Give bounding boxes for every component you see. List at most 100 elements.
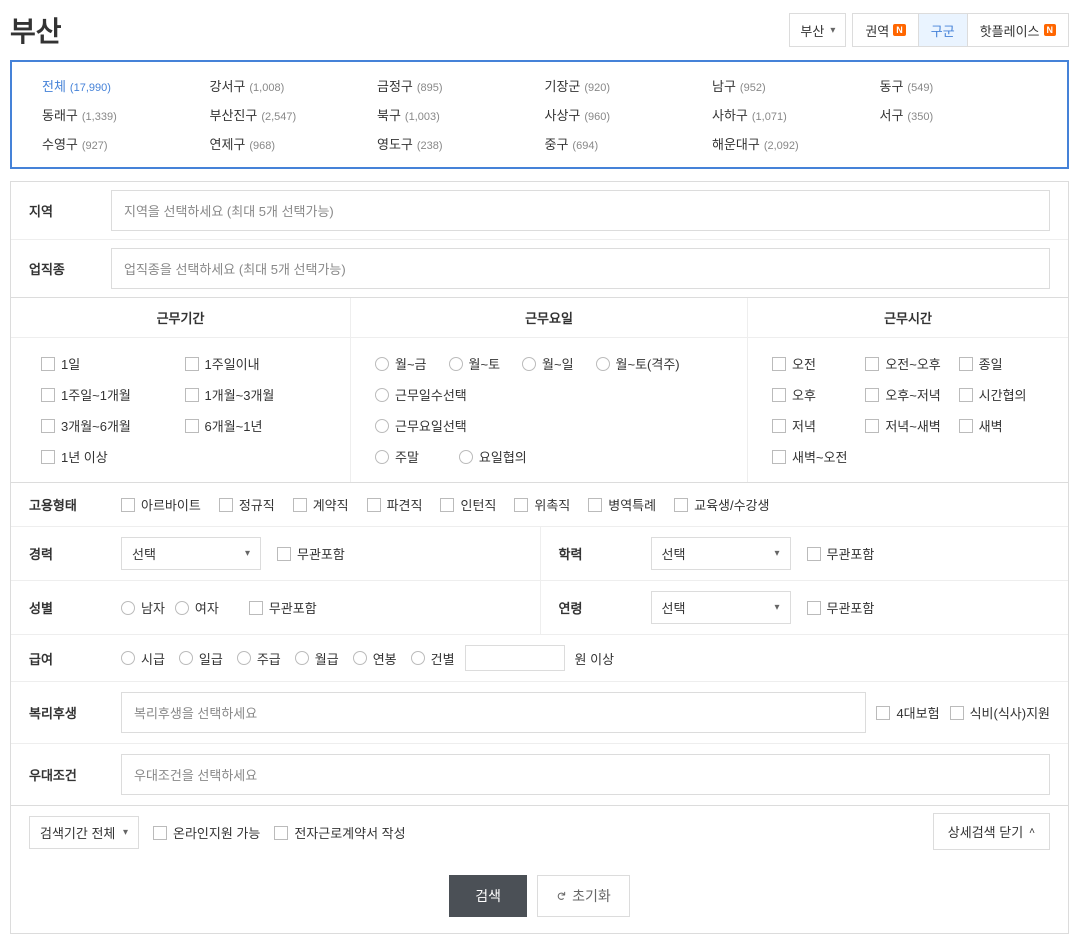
gender-male-label: 남자 xyxy=(141,598,165,617)
district-item[interactable]: 사하구 (1,071) xyxy=(712,105,870,124)
day-option[interactable]: 월~일 xyxy=(522,354,574,373)
wage-option[interactable]: 주급 xyxy=(237,649,281,668)
caret-down-icon: ▾ xyxy=(245,548,250,559)
employment-option[interactable]: 아르바이트 xyxy=(121,495,201,514)
employment-option[interactable]: 인턴직 xyxy=(440,495,496,514)
district-item[interactable]: 강서구 (1,008) xyxy=(210,76,368,95)
time-option[interactable]: 오후~저녁 xyxy=(865,385,950,404)
region-select-input[interactable]: 지역을 선택하세요 (최대 5개 선택가능) xyxy=(111,190,1050,231)
employment-option[interactable]: 계약직 xyxy=(293,495,349,514)
district-item[interactable]: 서구 (350) xyxy=(880,105,1038,124)
employment-option-label: 교육생/수강생 xyxy=(694,495,769,514)
day-option-label: 월~금 xyxy=(395,354,427,373)
employment-option[interactable]: 파견직 xyxy=(367,495,423,514)
district-item[interactable]: 해운대구 (2,092) xyxy=(712,134,870,153)
search-button[interactable]: 검색 xyxy=(449,875,527,917)
day-option[interactable]: 요일협의 xyxy=(459,447,527,466)
district-item[interactable]: 동래구 (1,339) xyxy=(42,105,200,124)
employment-option[interactable]: 위촉직 xyxy=(514,495,570,514)
period-option[interactable]: 1주일~1개월 xyxy=(41,385,177,404)
time-option[interactable]: 시간협의 xyxy=(959,385,1044,404)
career-include-any[interactable]: 무관포함 xyxy=(277,544,345,563)
period-option[interactable]: 1개월~3개월 xyxy=(185,385,321,404)
period-option[interactable]: 1년 이상 xyxy=(41,447,177,466)
wage-option-label: 주급 xyxy=(257,649,281,668)
wage-option[interactable]: 연봉 xyxy=(353,649,397,668)
priority-select-input[interactable]: 우대조건을 선택하세요 xyxy=(121,754,1050,795)
gender-female-radio[interactable]: 여자 xyxy=(175,598,219,617)
close-detail-button[interactable]: 상세검색 닫기 ˄ xyxy=(933,813,1050,850)
district-item[interactable]: 기장군 (920) xyxy=(545,76,703,95)
district-item[interactable]: 금정구 (895) xyxy=(377,76,535,95)
day-option[interactable]: 근무요일선택 xyxy=(375,416,723,435)
district-item[interactable]: 연제구 (968) xyxy=(210,134,368,153)
time-option[interactable]: 오후 xyxy=(772,385,857,404)
checkbox-icon xyxy=(41,419,55,433)
wage-option[interactable]: 시급 xyxy=(121,649,165,668)
radio-icon xyxy=(375,450,389,464)
age-select[interactable]: 선택 ▾ xyxy=(651,591,791,624)
district-item[interactable]: 남구 (952) xyxy=(712,76,870,95)
district-item[interactable]: 수영구 (927) xyxy=(42,134,200,153)
job-select-input[interactable]: 업직종을 선택하세요 (최대 5개 선택가능) xyxy=(111,248,1050,289)
district-item[interactable]: 사상구 (960) xyxy=(545,105,703,124)
district-item[interactable]: 전체 (17,990) xyxy=(42,76,200,95)
tab-hotplace[interactable]: 핫플레이스 N xyxy=(967,14,1068,46)
edu-include-any[interactable]: 무관포함 xyxy=(807,544,875,563)
checkbox-icon xyxy=(772,419,786,433)
wage-option-label: 월급 xyxy=(315,649,339,668)
wage-option-label: 일급 xyxy=(199,649,223,668)
time-option[interactable]: 종일 xyxy=(959,354,1044,373)
time-option[interactable]: 저녁~새벽 xyxy=(865,416,950,435)
time-option[interactable]: 오전 xyxy=(772,354,857,373)
close-detail-label: 상세검색 닫기 xyxy=(948,822,1023,841)
region-dropdown[interactable]: 부산 ▾ xyxy=(789,13,846,47)
tab-zone[interactable]: 권역 N xyxy=(853,14,917,46)
period-option[interactable]: 3개월~6개월 xyxy=(41,416,177,435)
tab-gugun[interactable]: 구군 xyxy=(918,14,967,46)
benefit-select-input[interactable]: 복리후생을 선택하세요 xyxy=(121,692,866,733)
district-count: (895) xyxy=(417,82,443,94)
search-period-select[interactable]: 검색기간 전체 ▾ xyxy=(29,816,139,849)
period-option[interactable]: 1일 xyxy=(41,354,177,373)
checkbox-icon xyxy=(865,388,879,402)
e-contract-chk[interactable]: 전자근로계약서 작성 xyxy=(274,823,405,842)
time-option[interactable]: 새벽~오전 xyxy=(772,447,857,466)
time-option[interactable]: 새벽 xyxy=(959,416,1044,435)
employment-option[interactable]: 정규직 xyxy=(219,495,275,514)
day-option[interactable]: 월~토 xyxy=(449,354,501,373)
time-option[interactable]: 오전~오후 xyxy=(865,354,950,373)
wage-option[interactable]: 건별 xyxy=(411,649,455,668)
benefit-meal-chk[interactable]: 식비(식사)지원 xyxy=(950,703,1050,722)
day-option[interactable]: 월~토(격주) xyxy=(596,354,680,373)
period-option-label: 1년 이상 xyxy=(61,447,108,466)
wage-option[interactable]: 일급 xyxy=(179,649,223,668)
period-option[interactable]: 1주일이내 xyxy=(185,354,321,373)
district-item[interactable]: 동구 (549) xyxy=(880,76,1038,95)
reset-button[interactable]: ↻ 초기화 xyxy=(537,875,630,917)
day-option[interactable]: 월~금 xyxy=(375,354,427,373)
district-item[interactable]: 영도구 (238) xyxy=(377,134,535,153)
district-count: (968) xyxy=(249,140,275,152)
day-option-label: 근무일수선택 xyxy=(395,385,467,404)
gender-include-any[interactable]: 무관포함 xyxy=(249,598,317,617)
age-include-any[interactable]: 무관포함 xyxy=(807,598,875,617)
gender-label: 성별 xyxy=(29,598,111,617)
gender-male-radio[interactable]: 남자 xyxy=(121,598,165,617)
wage-amount-input[interactable] xyxy=(465,645,565,671)
district-item[interactable]: 북구 (1,003) xyxy=(377,105,535,124)
day-option[interactable]: 주말 xyxy=(375,447,419,466)
district-item[interactable]: 부산진구 (2,547) xyxy=(210,105,368,124)
checkbox-icon xyxy=(950,706,964,720)
district-item[interactable]: 중구 (694) xyxy=(545,134,703,153)
employment-option[interactable]: 교육생/수강생 xyxy=(674,495,769,514)
wage-option[interactable]: 월급 xyxy=(295,649,339,668)
edu-select[interactable]: 선택 ▾ xyxy=(651,537,791,570)
online-apply-chk[interactable]: 온라인지원 가능 xyxy=(153,823,260,842)
career-select[interactable]: 선택 ▾ xyxy=(121,537,261,570)
period-option[interactable]: 6개월~1년 xyxy=(185,416,321,435)
day-option[interactable]: 근무일수선택 xyxy=(375,385,723,404)
time-option[interactable]: 저녁 xyxy=(772,416,857,435)
employment-option[interactable]: 병역특례 xyxy=(588,495,656,514)
benefit-insurance-chk[interactable]: 4대보험 xyxy=(876,703,939,722)
